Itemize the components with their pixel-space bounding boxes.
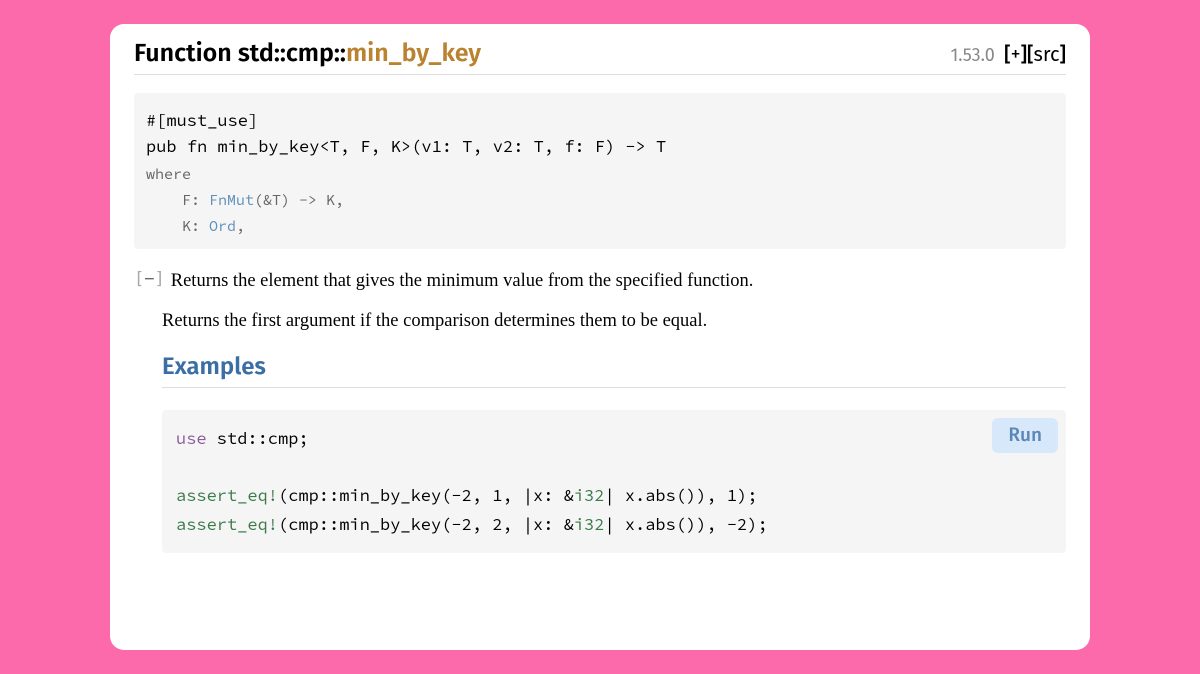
page-title: Function std::cmp::min_by_key (134, 38, 481, 68)
examples-section: Examples Runuse std::cmp; assert_eq!(cmp… (162, 353, 1066, 554)
fn-name[interactable]: min_by_key (346, 38, 481, 68)
ns-std[interactable]: std (238, 38, 274, 68)
examples-heading: Examples (162, 353, 1066, 388)
trait-fnmut[interactable]: FnMut (209, 191, 254, 210)
page-header: Function std::cmp::min_by_key 1.53.0 [+]… (134, 38, 1066, 75)
desc-p1: Returns the element that gives the minim… (171, 269, 754, 295)
macro-assert-eq: assert_eq! (176, 513, 278, 535)
source-link[interactable]: src (1034, 43, 1060, 67)
ty-i32: i32 (574, 513, 605, 535)
expand-all-toggle[interactable]: + (1011, 43, 1021, 67)
description: Returns the element that gives the minim… (171, 269, 754, 309)
kw-use: use (176, 427, 207, 449)
attr-line: #[must_use] (146, 109, 258, 131)
title-prefix: Function (134, 38, 238, 68)
code-example: Runuse std::cmp; assert_eq!(cmp::min_by_… (162, 410, 1066, 554)
collapse-toggle[interactable]: [−] (134, 269, 165, 289)
ns-sep: :: (334, 38, 346, 68)
description-row: [−] Returns the element that gives the m… (134, 269, 1066, 309)
ns-cmp[interactable]: cmp (286, 38, 334, 68)
ty-i32: i32 (574, 484, 605, 506)
where-clause: where F: FnMut(&T) -> K, K: Ord, (146, 165, 344, 237)
doc-card: Function std::cmp::min_by_key 1.53.0 [+]… (110, 24, 1090, 650)
ns-sep: :: (274, 38, 286, 68)
description-cont: Returns the first argument if the compar… (162, 309, 1066, 335)
run-button[interactable]: Run (992, 418, 1058, 453)
macro-assert-eq: assert_eq! (176, 484, 278, 506)
header-meta: 1.53.0 [+][src] (950, 43, 1066, 67)
trait-ord[interactable]: Ord (209, 217, 236, 236)
desc-p2: Returns the first argument if the compar… (162, 309, 1066, 335)
fn-decl: pub fn min_by_key<T, F, K>(v1: T, v2: T,… (146, 135, 666, 157)
signature-block: #[must_use] pub fn min_by_key<T, F, K>(v… (134, 93, 1066, 249)
since-version: 1.53.0 (950, 44, 994, 66)
